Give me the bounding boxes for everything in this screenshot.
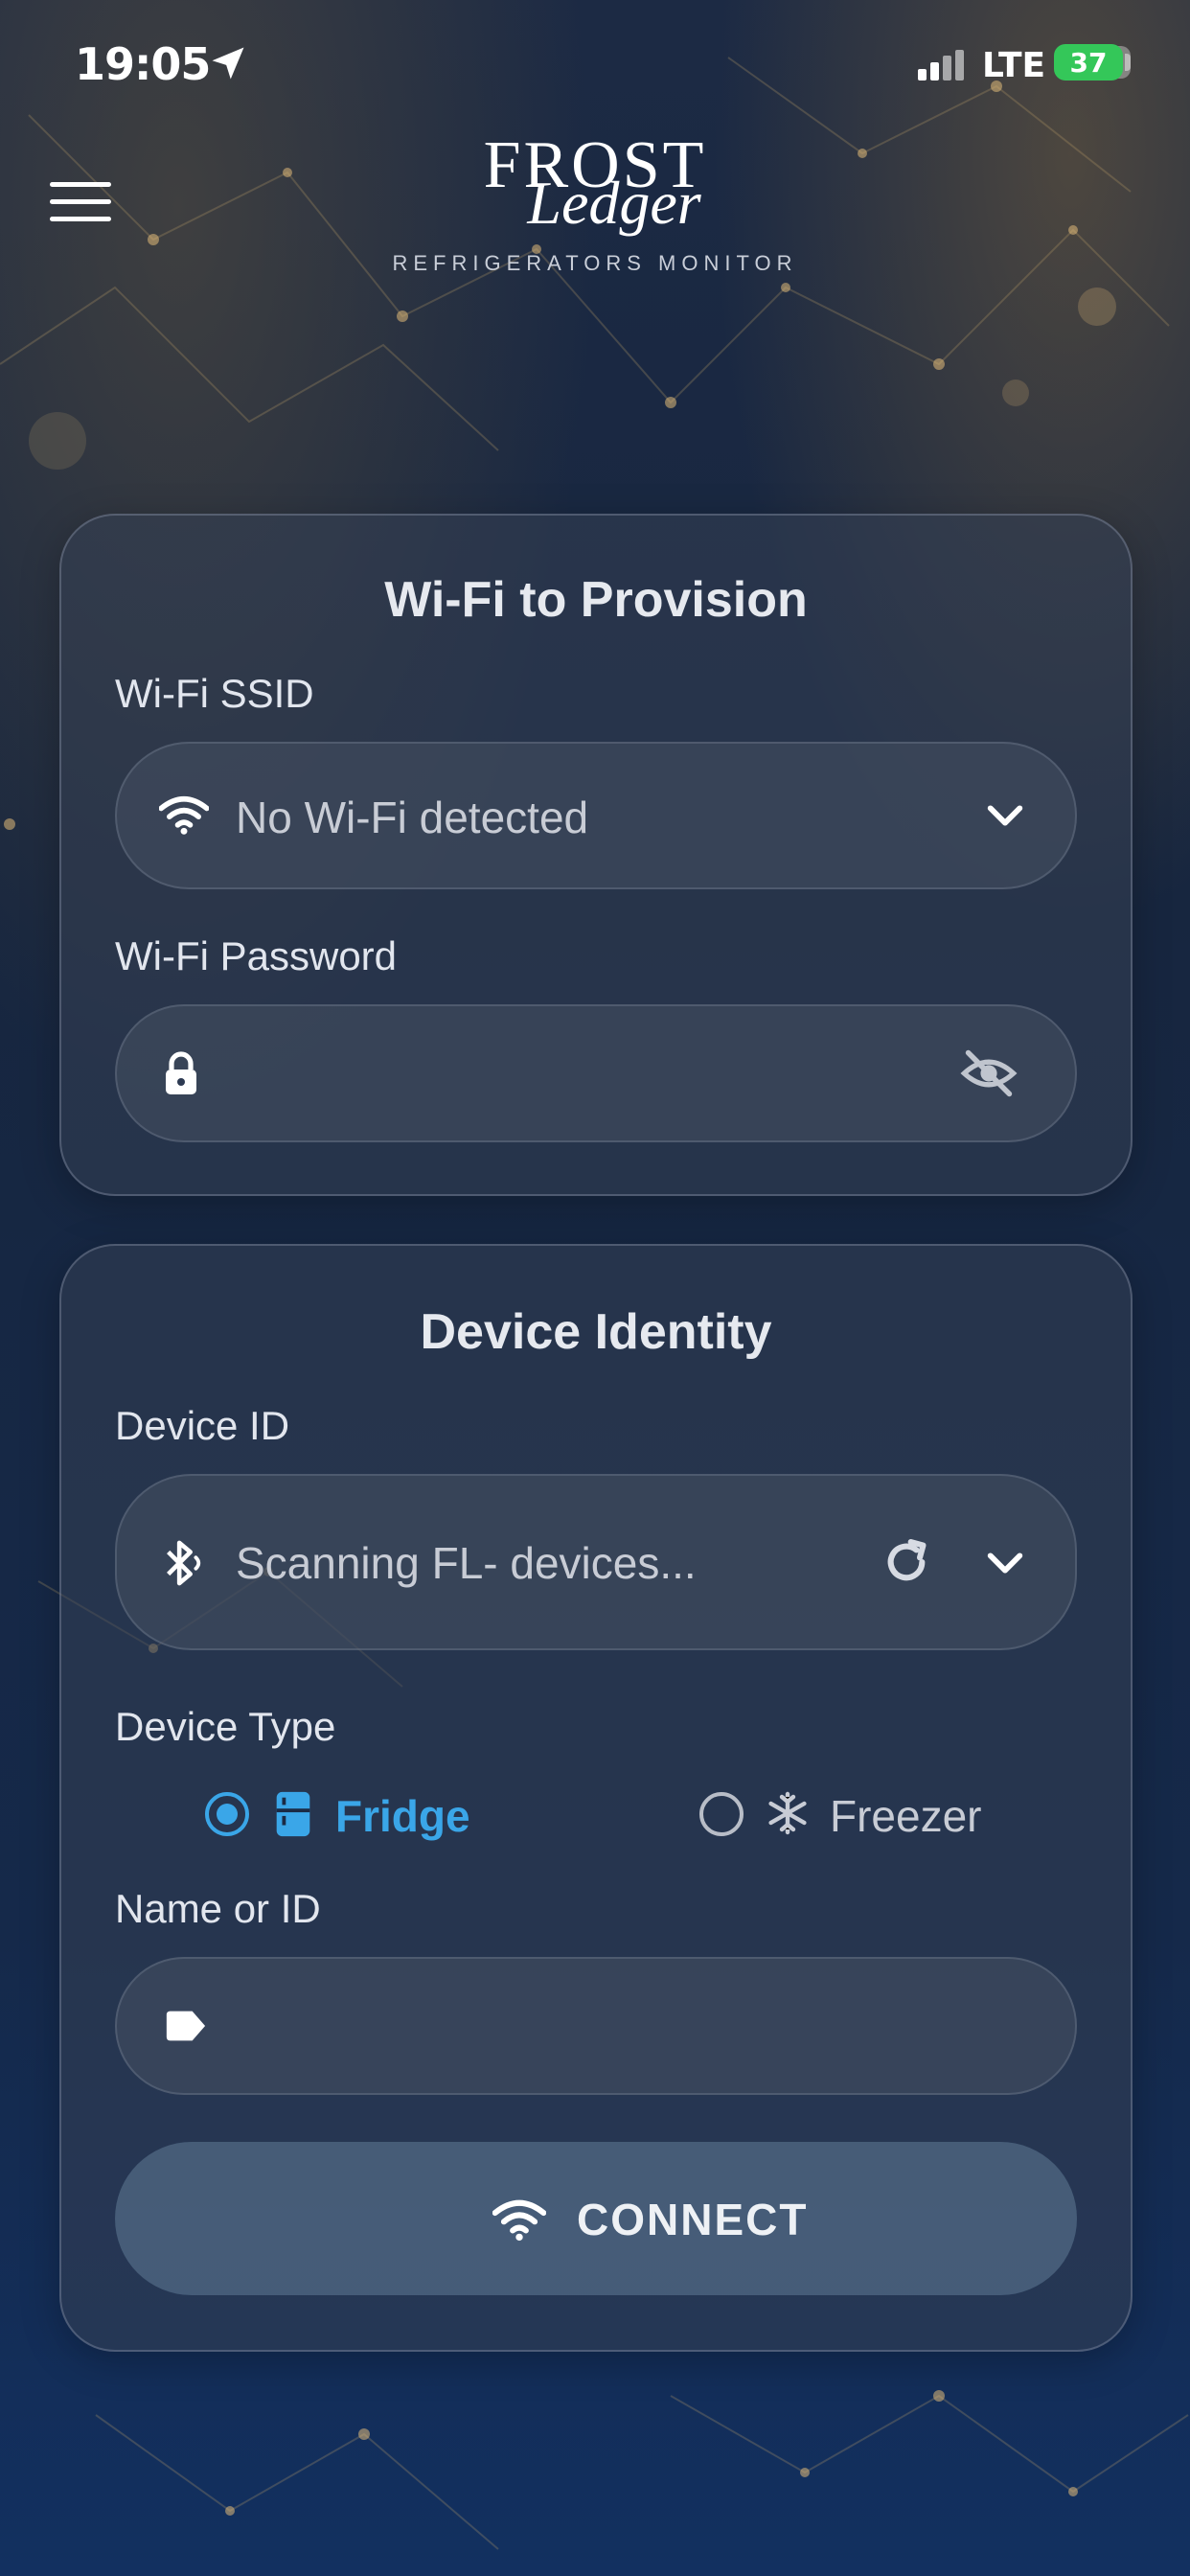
battery-level: 37 xyxy=(1069,46,1108,79)
lock-icon xyxy=(166,1051,196,1094)
battery-nub xyxy=(1125,54,1131,71)
status-time: 19:05 xyxy=(75,38,211,90)
device-id-select[interactable]: Scanning FL- devices... xyxy=(115,1474,1077,1650)
name-or-id-input[interactable] xyxy=(115,1957,1077,2095)
freezer-label: Freezer xyxy=(830,1791,982,1841)
wifi-password-label: Wi-Fi Password xyxy=(115,933,398,978)
wifi-password-input[interactable] xyxy=(115,1004,1077,1142)
location-arrow-icon xyxy=(212,47,244,80)
device-card-title: Device Identity xyxy=(420,1304,772,1360)
name-or-id-label: Name or ID xyxy=(115,1886,321,1931)
connect-button[interactable]: CONNECT xyxy=(115,2142,1077,2295)
device-type-fridge-option[interactable]: Fridge xyxy=(205,1782,512,1850)
wifi-provision-card: Wi-Fi to Provision Wi-Fi SSID No Wi-Fi d… xyxy=(59,514,1133,1196)
wifi-icon xyxy=(492,2199,546,2242)
app-logo: FROST Ledger xyxy=(422,132,768,234)
connect-label: CONNECT xyxy=(577,2195,809,2244)
tag-icon xyxy=(166,2011,206,2041)
wifi-ssid-value: No Wi-Fi detected xyxy=(236,793,589,842)
wifi-card-title: Wi-Fi to Provision xyxy=(384,572,808,628)
wifi-ssid-label: Wi-Fi SSID xyxy=(115,671,314,716)
fridge-label: Fridge xyxy=(335,1791,470,1841)
chevron-down-icon[interactable] xyxy=(983,794,1027,838)
logo-subtitle: REFRIGERATORS MONITOR xyxy=(392,251,798,275)
device-identity-card: Device Identity Device ID Scanning FL- d… xyxy=(59,1244,1133,2352)
device-type-label: Device Type xyxy=(115,1704,336,1749)
device-id-value: Scanning FL- devices... xyxy=(236,1538,697,1588)
menu-icon[interactable] xyxy=(50,182,111,230)
chevron-down-icon[interactable] xyxy=(983,1541,1027,1585)
battery-icon: 37 xyxy=(1054,44,1123,80)
refresh-icon[interactable] xyxy=(880,1535,933,1589)
device-type-freezer-option[interactable]: Freezer xyxy=(699,1782,1044,1850)
fridge-icon xyxy=(276,1791,310,1837)
signal-icon xyxy=(918,50,964,80)
device-id-label: Device ID xyxy=(115,1403,290,1448)
freezer-radio[interactable] xyxy=(699,1792,744,1836)
bluetooth-icon xyxy=(167,1540,201,1586)
network-type: LTE xyxy=(982,46,1046,85)
wifi-icon xyxy=(159,795,209,835)
eye-off-icon[interactable] xyxy=(960,1048,1018,1098)
wifi-ssid-select[interactable]: No Wi-Fi detected xyxy=(115,742,1077,889)
fridge-radio[interactable] xyxy=(205,1792,249,1836)
snowflake-icon xyxy=(768,1791,807,1835)
